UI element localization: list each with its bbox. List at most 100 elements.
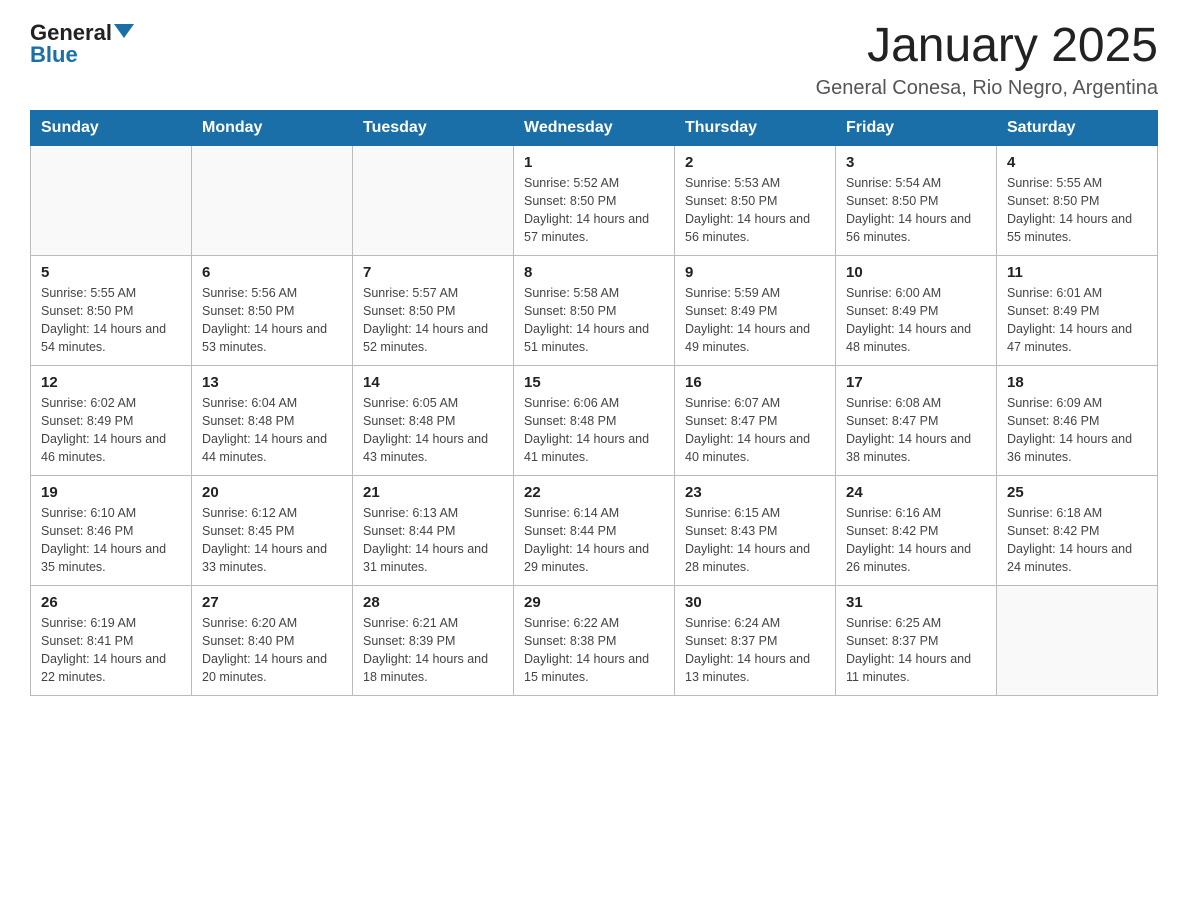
calendar-cell: 13Sunrise: 6:04 AMSunset: 8:48 PMDayligh…: [192, 365, 353, 475]
day-number: 25: [1007, 484, 1147, 501]
day-info: Sunrise: 5:56 AMSunset: 8:50 PMDaylight:…: [202, 284, 342, 357]
day-info: Sunrise: 6:00 AMSunset: 8:49 PMDaylight:…: [846, 284, 986, 357]
calendar-cell: 5Sunrise: 5:55 AMSunset: 8:50 PMDaylight…: [31, 255, 192, 365]
calendar-cell: 4Sunrise: 5:55 AMSunset: 8:50 PMDaylight…: [997, 145, 1158, 255]
calendar-cell: 11Sunrise: 6:01 AMSunset: 8:49 PMDayligh…: [997, 255, 1158, 365]
day-number: 10: [846, 264, 986, 281]
calendar-cell: 27 Sunrise: 6:20 AMSunset: 8:40 PMDayligh…: [192, 585, 353, 695]
day-number: 7: [363, 264, 503, 281]
calendar-cell: 22 Sunrise: 6:14 AMSunset: 8:44 PMDayligh…: [514, 475, 675, 585]
day-info: Sunrise: 6:18 AMSunset: 8:42 PMDaylight:…: [1007, 504, 1147, 577]
calendar-cell: 25 Sunrise: 6:18 AMSunset: 8:42 PMDayligh…: [997, 475, 1158, 585]
calendar-cell: 19 Sunrise: 6:10 AMSunset: 8:46 PMDayligh…: [31, 475, 192, 585]
calendar-week-2: 5Sunrise: 5:55 AMSunset: 8:50 PMDaylight…: [31, 255, 1158, 365]
day-info: Sunrise: 5:55 AMSunset: 8:50 PMDaylight:…: [41, 284, 181, 357]
day-info: Sunrise: 6:21 AMSunset: 8:39 PMDaylight:…: [363, 614, 503, 687]
day-info: Sunrise: 6:13 AMSunset: 8:44 PMDaylight:…: [363, 504, 503, 577]
calendar-cell: [192, 145, 353, 255]
day-number: 15: [524, 374, 664, 391]
calendar-header-wednesday: Wednesday: [514, 110, 675, 145]
day-info: Sunrise: 5:52 AMSunset: 8:50 PMDaylight:…: [524, 174, 664, 247]
day-number: 29: [524, 594, 664, 611]
day-info: Sunrise: 6:01 AMSunset: 8:49 PMDaylight:…: [1007, 284, 1147, 357]
calendar-cell: 23Sunrise: 6:15 AMSunset: 8:43 PMDayligh…: [675, 475, 836, 585]
calendar-cell: 18 Sunrise: 6:09 AMSunset: 8:46 PMDayligh…: [997, 365, 1158, 475]
logo-blue-text: Blue: [30, 42, 78, 68]
day-info: Sunrise: 5:55 AMSunset: 8:50 PMDaylight:…: [1007, 174, 1147, 247]
calendar-cell: 9Sunrise: 5:59 AMSunset: 8:49 PMDaylight…: [675, 255, 836, 365]
calendar-header-monday: Monday: [192, 110, 353, 145]
day-info: Sunrise: 5:58 AMSunset: 8:50 PMDaylight:…: [524, 284, 664, 357]
page-header: General Blue January 2025 General Conesa…: [30, 20, 1158, 100]
day-info: Sunrise: 6:09 AMSunset: 8:46 PMDaylight:…: [1007, 394, 1147, 467]
day-info: Sunrise: 6:08 AMSunset: 8:47 PMDaylight:…: [846, 394, 986, 467]
day-number: 18: [1007, 374, 1147, 391]
calendar-cell: 7 Sunrise: 5:57 AMSunset: 8:50 PMDaylight…: [353, 255, 514, 365]
day-info: Sunrise: 6:06 AMSunset: 8:48 PMDaylight:…: [524, 394, 664, 467]
day-info: Sunrise: 6:14 AMSunset: 8:44 PMDaylight:…: [524, 504, 664, 577]
calendar-cell: 14 Sunrise: 6:05 AMSunset: 8:48 PMDayligh…: [353, 365, 514, 475]
day-number: 17: [846, 374, 986, 391]
calendar-cell: 21Sunrise: 6:13 AMSunset: 8:44 PMDayligh…: [353, 475, 514, 585]
calendar-header-tuesday: Tuesday: [353, 110, 514, 145]
day-info: Sunrise: 6:05 AMSunset: 8:48 PMDaylight:…: [363, 394, 503, 467]
day-number: 1: [524, 154, 664, 171]
calendar-week-3: 12Sunrise: 6:02 AMSunset: 8:49 PMDayligh…: [31, 365, 1158, 475]
calendar-cell: 12Sunrise: 6:02 AMSunset: 8:49 PMDayligh…: [31, 365, 192, 475]
day-number: 6: [202, 264, 342, 281]
page-subtitle: General Conesa, Rio Negro, Argentina: [816, 77, 1158, 100]
calendar-cell: 6 Sunrise: 5:56 AMSunset: 8:50 PMDaylight…: [192, 255, 353, 365]
calendar-cell: 20 Sunrise: 6:12 AMSunset: 8:45 PMDayligh…: [192, 475, 353, 585]
title-area: January 2025 General Conesa, Rio Negro, …: [816, 20, 1158, 100]
day-number: 3: [846, 154, 986, 171]
day-info: Sunrise: 6:10 AMSunset: 8:46 PMDaylight:…: [41, 504, 181, 577]
day-number: 19: [41, 484, 181, 501]
day-number: 13: [202, 374, 342, 391]
calendar-cell: 24Sunrise: 6:16 AMSunset: 8:42 PMDayligh…: [836, 475, 997, 585]
calendar-cell: 29 Sunrise: 6:22 AMSunset: 8:38 PMDayligh…: [514, 585, 675, 695]
calendar-week-5: 26 Sunrise: 6:19 AMSunset: 8:41 PMDayligh…: [31, 585, 1158, 695]
calendar-cell: 2 Sunrise: 5:53 AMSunset: 8:50 PMDaylight…: [675, 145, 836, 255]
day-info: Sunrise: 6:25 AMSunset: 8:37 PMDaylight:…: [846, 614, 986, 687]
calendar-header-sunday: Sunday: [31, 110, 192, 145]
calendar-cell: 30 Sunrise: 6:24 AMSunset: 8:37 PMDayligh…: [675, 585, 836, 695]
day-number: 9: [685, 264, 825, 281]
day-number: 12: [41, 374, 181, 391]
calendar-cell: 17 Sunrise: 6:08 AMSunset: 8:47 PMDayligh…: [836, 365, 997, 475]
day-number: 30: [685, 594, 825, 611]
calendar-cell: 28Sunrise: 6:21 AMSunset: 8:39 PMDayligh…: [353, 585, 514, 695]
day-info: Sunrise: 5:57 AMSunset: 8:50 PMDaylight:…: [363, 284, 503, 357]
day-number: 31: [846, 594, 986, 611]
calendar-table: SundayMondayTuesdayWednesdayThursdayFrid…: [30, 110, 1158, 696]
day-number: 14: [363, 374, 503, 391]
calendar-header-row: SundayMondayTuesdayWednesdayThursdayFrid…: [31, 110, 1158, 145]
calendar-header-saturday: Saturday: [997, 110, 1158, 145]
calendar-cell: 3 Sunrise: 5:54 AMSunset: 8:50 PMDaylight…: [836, 145, 997, 255]
day-info: Sunrise: 6:20 AMSunset: 8:40 PMDaylight:…: [202, 614, 342, 687]
calendar-cell: 15 Sunrise: 6:06 AMSunset: 8:48 PMDayligh…: [514, 365, 675, 475]
calendar-cell: 1 Sunrise: 5:52 AMSunset: 8:50 PMDaylight…: [514, 145, 675, 255]
calendar-cell: 26 Sunrise: 6:19 AMSunset: 8:41 PMDayligh…: [31, 585, 192, 695]
day-number: 22: [524, 484, 664, 501]
calendar-week-1: 1 Sunrise: 5:52 AMSunset: 8:50 PMDaylight…: [31, 145, 1158, 255]
day-number: 8: [524, 264, 664, 281]
page-title: January 2025: [816, 20, 1158, 73]
day-number: 27: [202, 594, 342, 611]
day-info: Sunrise: 6:24 AMSunset: 8:37 PMDaylight:…: [685, 614, 825, 687]
calendar-cell: [31, 145, 192, 255]
day-info: Sunrise: 6:12 AMSunset: 8:45 PMDaylight:…: [202, 504, 342, 577]
day-info: Sunrise: 6:15 AMSunset: 8:43 PMDaylight:…: [685, 504, 825, 577]
day-info: Sunrise: 5:53 AMSunset: 8:50 PMDaylight:…: [685, 174, 825, 247]
calendar-cell: 10 Sunrise: 6:00 AMSunset: 8:49 PMDayligh…: [836, 255, 997, 365]
day-info: Sunrise: 5:54 AMSunset: 8:50 PMDaylight:…: [846, 174, 986, 247]
day-info: Sunrise: 6:16 AMSunset: 8:42 PMDaylight:…: [846, 504, 986, 577]
calendar-header-friday: Friday: [836, 110, 997, 145]
day-number: 20: [202, 484, 342, 501]
calendar-cell: [997, 585, 1158, 695]
day-info: Sunrise: 6:19 AMSunset: 8:41 PMDaylight:…: [41, 614, 181, 687]
day-number: 2: [685, 154, 825, 171]
calendar-cell: 8 Sunrise: 5:58 AMSunset: 8:50 PMDaylight…: [514, 255, 675, 365]
logo: General Blue: [30, 20, 134, 68]
day-info: Sunrise: 6:22 AMSunset: 8:38 PMDaylight:…: [524, 614, 664, 687]
day-number: 26: [41, 594, 181, 611]
